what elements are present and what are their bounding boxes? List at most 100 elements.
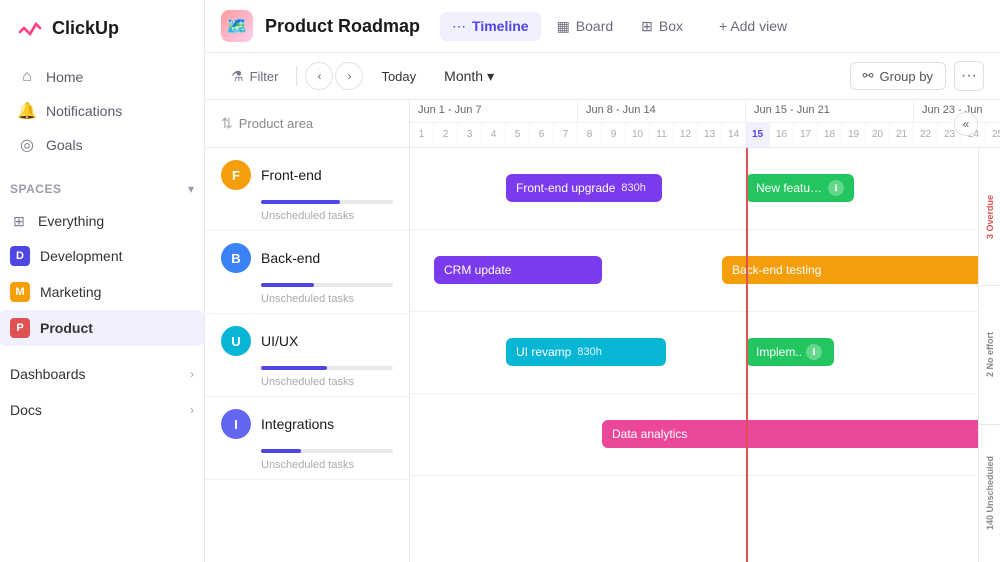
group-by-button[interactable]: ⚯ Group by [850, 62, 946, 90]
product-avatar: P [10, 318, 30, 338]
date-range-1: Jun 1 - Jun 7 [410, 100, 578, 122]
badge-unscheduled: 140 Unscheduled [979, 425, 1000, 562]
dashboards-section[interactable]: Dashboards › [0, 358, 204, 390]
task-label-data-analytics: Data analytics [612, 427, 687, 441]
task-label-frontend-upgrade: Front-end upgrade [516, 181, 615, 195]
sidebar-item-everything[interactable]: ⊞ Everything [0, 204, 204, 238]
timeline-collapse-button[interactable]: « [954, 112, 978, 136]
sidebar-item-marketing[interactable]: M Marketing [0, 274, 204, 310]
task-bar-frontend-upgrade[interactable]: Front-end upgrade 830h [506, 174, 662, 202]
next-date-button[interactable]: › [335, 62, 363, 90]
timeline-row-uiux: UI revamp 830h Implem.. ℹ [410, 312, 1000, 394]
frontend-avatar: F [221, 160, 251, 190]
toolbar: ⚗ Filter ‹ › Today Month ▾ ⚯ Group by ··… [205, 53, 1000, 100]
backend-avatar: B [221, 243, 251, 273]
nav-item-home[interactable]: ⌂ Home [8, 60, 196, 94]
right-badges-panel: 3 Overdue 2 No effort 140 Unscheduled [978, 148, 1000, 562]
project-title: Product Roadmap [265, 16, 420, 37]
logo-text: ClickUp [52, 18, 119, 39]
row-group-frontend: F Front-end Unscheduled tasks [205, 148, 409, 231]
date-range-3: Jun 15 - Jun 21 [746, 100, 914, 122]
task-bar-ui-revamp[interactable]: UI revamp 830h [506, 338, 666, 366]
clickup-logo-icon [16, 14, 44, 42]
marketing-avatar: M [10, 282, 30, 302]
today-label: Today [381, 69, 416, 84]
prev-date-button[interactable]: ‹ [305, 62, 333, 90]
day-9: 9 [602, 123, 626, 147]
backend-progress-bar [261, 283, 393, 287]
today-button[interactable]: Today [371, 64, 426, 89]
task-bar-implem[interactable]: Implem.. ℹ [746, 338, 834, 366]
uiux-avatar: U [221, 326, 251, 356]
timeline-right-panel: Jun 1 - Jun 7 Jun 8 - Jun 14 Jun 15 - Ju… [410, 100, 1000, 562]
sidebar-item-label-marketing: Marketing [40, 284, 101, 300]
spaces-collapse-arrow[interactable]: ▾ [188, 182, 194, 196]
day-10: 10 [626, 123, 650, 147]
timeline-row-backend: CRM update Back-end testing [410, 230, 1000, 312]
group-by-label: Group by [880, 69, 933, 84]
sidebar-item-development[interactable]: D Development [0, 238, 204, 274]
nav-label-notifications: Notifications [46, 103, 122, 119]
filter-button[interactable]: ⚗ Filter [221, 63, 288, 90]
row-header-integrations: I Integrations [205, 397, 409, 445]
backend-progress-fill [261, 283, 314, 287]
docs-section[interactable]: Docs › [0, 394, 204, 426]
tab-box[interactable]: ⊞ Box [629, 12, 695, 41]
sort-icon: ⇅ [221, 115, 233, 132]
uiux-subtitle: Unscheduled tasks [205, 374, 409, 396]
timeline-date-header: Jun 1 - Jun 7 Jun 8 - Jun 14 Jun 15 - Ju… [410, 100, 1000, 148]
add-view-button[interactable]: + Add view [707, 12, 799, 40]
timeline-row-integrations: Data analytics [410, 394, 1000, 476]
main-content: 🗺️ Product Roadmap ⋯ Timeline ▦ Board ⊞ … [205, 0, 1000, 562]
toolbar-divider-1 [296, 66, 297, 86]
task-bar-backend-testing[interactable]: Back-end testing [722, 256, 1000, 284]
frontend-name: Front-end [261, 167, 322, 183]
day-5: 5 [506, 123, 530, 147]
timeline-left-panel: ⇅ Product area F Front-end Unscheduled t… [205, 100, 410, 562]
bell-icon: 🔔 [18, 102, 36, 120]
dashboards-label: Dashboards [10, 366, 86, 382]
day-21: 21 [890, 123, 914, 147]
day-1: 1 [410, 123, 434, 147]
sidebar-item-label-development: Development [40, 248, 123, 264]
home-icon: ⌂ [18, 68, 36, 86]
nav-item-goals[interactable]: ◎ Goals [8, 128, 196, 162]
box-tab-label: Box [659, 18, 683, 34]
sidebar-item-label-everything: Everything [38, 213, 104, 229]
spaces-label: Spaces [10, 182, 61, 196]
day-15: 15 [746, 123, 770, 147]
task-bar-new-feature[interactable]: New feature.. ℹ [746, 174, 854, 202]
toolbar-right: ⚯ Group by ··· [850, 61, 984, 91]
timeline-body: Front-end upgrade 830h New feature.. ℹ C… [410, 148, 1000, 562]
docs-label: Docs [10, 402, 42, 418]
day-16: 16 [770, 123, 794, 147]
month-selector[interactable]: Month ▾ [434, 63, 504, 90]
day-25: 25 [986, 123, 1000, 147]
task-label-crm-update: CRM update [444, 263, 511, 277]
day-20: 20 [866, 123, 890, 147]
day-6: 6 [530, 123, 554, 147]
tab-timeline[interactable]: ⋯ Timeline [440, 12, 541, 41]
timeline-wrapper: ⇅ Product area F Front-end Unscheduled t… [205, 100, 1000, 562]
more-options-icon: ··· [961, 67, 977, 85]
date-range-2: Jun 8 - Jun 14 [578, 100, 746, 122]
task-effort-ui-revamp: 830h [577, 346, 601, 358]
day-7: 7 [554, 123, 578, 147]
timeline-left-header-label: Product area [239, 116, 313, 131]
tab-board[interactable]: ▦ Board [545, 12, 626, 41]
day-11: 11 [650, 123, 674, 147]
row-group-backend: B Back-end Unscheduled tasks [205, 231, 409, 314]
day-18: 18 [818, 123, 842, 147]
task-label-new-feature: New feature.. [756, 181, 824, 195]
task-bar-data-analytics[interactable]: Data analytics [602, 420, 1000, 448]
uiux-progress-bar [261, 366, 393, 370]
day-14: 14 [722, 123, 746, 147]
date-ranges-row: Jun 1 - Jun 7 Jun 8 - Jun 14 Jun 15 - Ju… [410, 100, 1000, 123]
nav-item-notifications[interactable]: 🔔 Notifications [8, 94, 196, 128]
docs-arrow: › [190, 403, 194, 417]
more-options-button[interactable]: ··· [954, 61, 984, 91]
development-avatar: D [10, 246, 30, 266]
sidebar-item-product[interactable]: P Product [0, 310, 204, 346]
task-bar-crm-update[interactable]: CRM update [434, 256, 602, 284]
badge-overdue: 3 Overdue [979, 148, 1000, 286]
